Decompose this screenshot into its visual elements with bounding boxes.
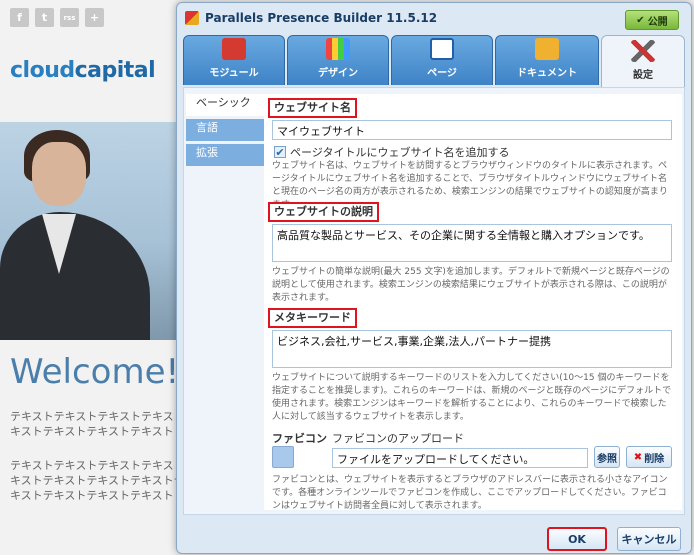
settings-subnav: ベーシック 言語 拡張 bbox=[186, 94, 264, 169]
description-textarea[interactable]: 高品質な製品とサービス、その企業に関する全情報と購入オプションです。 bbox=[272, 224, 672, 262]
ok-button[interactable]: OK bbox=[547, 527, 607, 551]
plus-icon[interactable]: + bbox=[85, 8, 104, 27]
site-text-line: キストテキストテキストテキストテ bbox=[10, 475, 180, 487]
favicon-upload-label: ファビコンのアップロード bbox=[332, 432, 464, 445]
delete-button[interactable]: ✖ 削除 bbox=[626, 446, 672, 468]
site-text-line: テキストテキストテキストテキストテ bbox=[10, 460, 180, 472]
design-icon bbox=[326, 38, 350, 60]
tab-design[interactable]: デザイン bbox=[287, 35, 389, 85]
facebook-icon[interactable]: f bbox=[10, 8, 29, 27]
check-icon: ✔ bbox=[636, 14, 645, 26]
tab-settings[interactable]: 設定 bbox=[601, 35, 685, 87]
delete-icon: ✖ bbox=[633, 451, 643, 463]
basic-settings-form: ウェブサイト名 マイウェブサイト ✔ ページタイトルにウェブサイト名を追加する … bbox=[264, 94, 682, 511]
hero-suit bbox=[0, 212, 150, 340]
checkbox-checked-icon: ✔ bbox=[274, 145, 286, 159]
site-name-input[interactable]: マイウェブサイト bbox=[272, 120, 672, 140]
site-logo-part1: cloud bbox=[10, 58, 75, 83]
tab-label: 設定 bbox=[633, 70, 653, 81]
tab-modules[interactable]: モジュール bbox=[183, 35, 285, 85]
keywords-textarea[interactable]: ビジネス,会社,サービス,事業,企業,法人,パートナー提携 bbox=[272, 330, 672, 368]
description-label: ウェブサイトの説明 bbox=[268, 202, 379, 222]
add-to-title-checkbox[interactable]: ✔ ページタイトルにウェブサイト名を追加する bbox=[274, 144, 510, 160]
favicon-label: ファビコン bbox=[272, 432, 327, 445]
site-logo: cloudcapital bbox=[10, 58, 156, 83]
favicon-preview bbox=[272, 446, 294, 468]
tab-label: ドキュメント bbox=[517, 68, 577, 79]
dialog-title: Parallels Presence Builder 11.5.12 bbox=[205, 11, 438, 25]
subnav-basic[interactable]: ベーシック bbox=[186, 94, 264, 116]
hero-face bbox=[32, 142, 86, 206]
pages-icon bbox=[430, 38, 454, 60]
twitter-icon[interactable]: t bbox=[35, 8, 54, 27]
site-text-line: キストテキストテキストテキスト bbox=[10, 426, 174, 438]
module-icon bbox=[222, 38, 246, 60]
site-text-line: キストテキストテキストテキスト bbox=[10, 490, 174, 502]
subnav-language[interactable]: 言語 bbox=[186, 119, 264, 141]
dialog-footer: OK キャンセル bbox=[177, 517, 691, 553]
tab-label: ページ bbox=[427, 68, 457, 79]
tab-documents[interactable]: ドキュメント bbox=[495, 35, 599, 85]
browse-button[interactable]: 参照 bbox=[594, 446, 620, 468]
add-to-title-label: ページタイトルにウェブサイト名を追加する bbox=[290, 146, 510, 159]
keywords-label: メタキーワード bbox=[268, 308, 357, 328]
settings-dialog: Parallels Presence Builder 11.5.12 ✔ 公開 … bbox=[176, 2, 692, 554]
parallels-logo-icon bbox=[185, 11, 199, 25]
dialog-titlebar: Parallels Presence Builder 11.5.12 bbox=[177, 3, 691, 33]
keywords-help: ウェブサイトについて説明するキーワードのリストを入力してください(10～15 個… bbox=[272, 373, 672, 422]
publish-label: 公開 bbox=[647, 16, 668, 28]
site-name-label: ウェブサイト名 bbox=[268, 98, 357, 118]
main-tabs: モジュール デザイン ページ ドキュメント 設定 bbox=[177, 35, 691, 87]
social-icons: f t rss + bbox=[10, 8, 104, 27]
documents-icon bbox=[535, 38, 559, 60]
tab-label: デザイン bbox=[318, 68, 358, 79]
cancel-button[interactable]: キャンセル bbox=[617, 527, 681, 551]
welcome-heading: Welcome! bbox=[10, 352, 180, 392]
rss-icon[interactable]: rss bbox=[60, 8, 79, 27]
favicon-help: ファビコンとは、ウェブサイトを表示するとブラウザのアドレスバーに表示される小さな… bbox=[272, 475, 668, 511]
tab-pages[interactable]: ページ bbox=[391, 35, 493, 85]
description-help: ウェブサイトの簡単な説明(最大 255 文字)を追加します。デフォルトで新規ペー… bbox=[272, 267, 670, 303]
settings-panel: ベーシック 言語 拡張 ウェブサイト名 マイウェブサイト ✔ ページタイトルにウ… bbox=[183, 87, 685, 515]
publish-button[interactable]: ✔ 公開 bbox=[625, 10, 679, 30]
favicon-file-input[interactable]: ファイルをアップロードしてください。 bbox=[332, 448, 588, 468]
settings-icon bbox=[631, 40, 655, 62]
hero-image bbox=[0, 122, 180, 340]
delete-label: 削除 bbox=[644, 453, 665, 465]
tab-label: モジュール bbox=[209, 68, 259, 79]
site-logo-part2: capital bbox=[74, 58, 156, 83]
site-text-line: テキストテキストテキストテキストテ bbox=[10, 411, 180, 423]
subnav-extensions[interactable]: 拡張 bbox=[186, 144, 264, 166]
